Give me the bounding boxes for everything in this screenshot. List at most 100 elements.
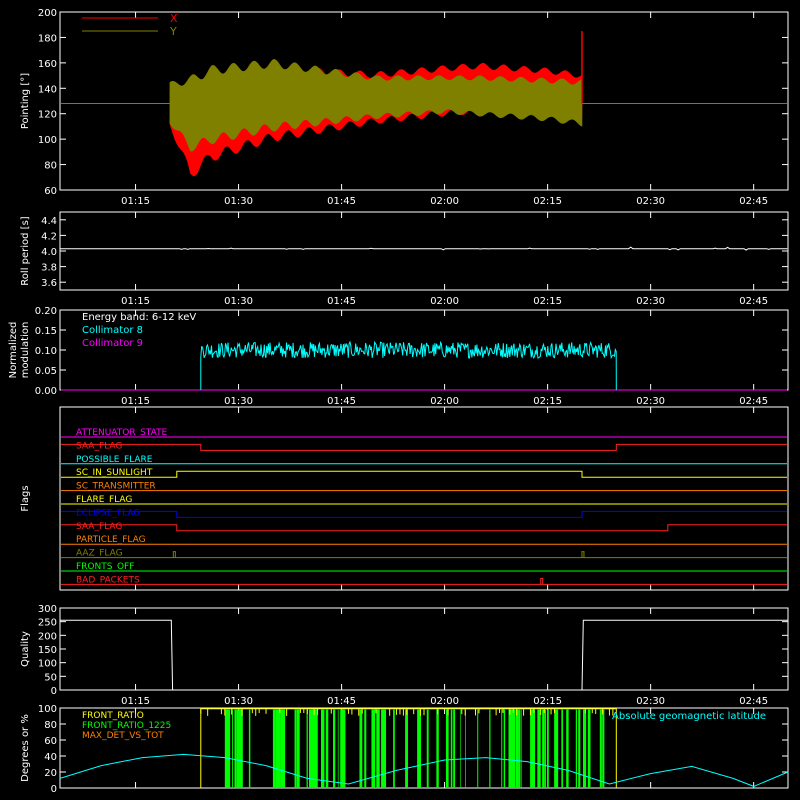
front-ratio-1225-bar [599, 709, 602, 788]
front-ratio-1225-bar [426, 709, 429, 788]
front-ratio-1225-bar [445, 709, 449, 788]
legend-label: FRONT_RATIO [82, 711, 144, 721]
x-tick-label: 02:30 [636, 396, 665, 407]
y-tick-label: 4.0 [41, 247, 57, 258]
front-ratio-1225-bar [587, 709, 591, 788]
y-tick-label: 250 [38, 618, 57, 629]
y-tick-label: 300 [38, 604, 57, 615]
legend-label: MAX_DET_VS_TOT [82, 731, 164, 741]
x-tick-label: 02:00 [430, 196, 459, 207]
legend-label: Collimator 8 [82, 325, 143, 336]
y-tick-label: 20 [44, 768, 57, 779]
front-ratio-1225-bar [232, 709, 233, 788]
front-ratio-1225-bar [575, 709, 577, 788]
x-tick-label: 02:45 [739, 696, 768, 707]
x-tick-label: 02:45 [739, 396, 768, 407]
front-ratio-1225-bar [578, 709, 581, 788]
x-tick-label: 01:30 [224, 396, 253, 407]
x-tick-label: 02:45 [739, 296, 768, 307]
y-tick-label: 0 [51, 784, 57, 795]
front-ratio-1225-bar [325, 709, 329, 788]
x-tick-label: 01:45 [327, 296, 356, 307]
front-ratio-1225-bar [532, 709, 536, 788]
front-ratio-1225-bar [364, 709, 367, 788]
latitude-label: Absolute geomagnetic latitude [612, 711, 766, 722]
y-axis-label: Quality [20, 631, 31, 667]
x-tick-label: 02:30 [636, 296, 665, 307]
front-ratio-1225-bar [277, 709, 281, 788]
y-axis-label-line: Normalized [8, 322, 19, 379]
front-ratio-1225-bar [383, 709, 387, 788]
x-tick-label: 02:00 [430, 396, 459, 407]
y-tick-label: 3.8 [41, 263, 57, 274]
x-tick-label: 01:30 [224, 696, 253, 707]
front-ratio-1225-bar [501, 709, 503, 788]
front-ratio-1225-bar [320, 709, 325, 788]
front-ratio-1225-bar [393, 709, 395, 788]
y-axis-label: Pointing [°] [20, 73, 31, 129]
x-tick-label: 02:15 [533, 696, 562, 707]
x-tick-label: 01:15 [121, 196, 150, 207]
y-tick-label: 60 [44, 186, 57, 197]
front-ratio-1225-bar [518, 709, 520, 788]
front-ratio-1225-bar [503, 709, 506, 788]
front-ratio-1225-bar [513, 709, 516, 788]
front-ratio-1225-bar [342, 709, 346, 788]
front-ratio-1225-bar [306, 709, 308, 788]
front-ratio-1225-bar [248, 709, 251, 788]
y-tick-label: 60 [44, 736, 57, 747]
x-tick-label: 02:45 [739, 196, 768, 207]
front-ratio-1225-bar [465, 709, 466, 788]
front-ratio-1225-bar [282, 709, 286, 788]
y-tick-label: 0.15 [35, 326, 57, 337]
front-ratio-1225-bar [515, 709, 519, 788]
y-tick-label: 100 [38, 704, 57, 715]
y-axis-label-line: modulation [20, 322, 31, 379]
y-tick-label: 180 [38, 33, 57, 44]
flag-label: SAA_FLAG [76, 522, 122, 532]
y-tick-label: 4.4 [41, 216, 57, 227]
x-tick-label: 01:30 [224, 196, 253, 207]
front-ratio-1225-bar [227, 709, 231, 788]
front-ratio-1225-bar [520, 709, 522, 788]
front-ratio-1225-bar [544, 709, 546, 788]
x-tick-label: 02:15 [533, 296, 562, 307]
y-axis-label: Roll period [s] [20, 216, 31, 285]
front-ratio-1225-bar [294, 709, 297, 788]
figure: Pointing [°]608010012014016018020001:15 0… [0, 0, 800, 800]
front-ratio-1225-bar [337, 709, 339, 788]
y-tick-label: 4.2 [41, 231, 57, 242]
legend-label: FRONT_RATIO_1225 [82, 721, 171, 731]
front-ratio-1225-bar [275, 709, 279, 788]
legend-label: X [170, 12, 178, 25]
y-tick-label: 150 [38, 645, 57, 656]
front-ratio-1225-bar [546, 709, 549, 788]
y-tick-label: 140 [38, 84, 57, 95]
y-tick-label: 0.05 [35, 366, 57, 377]
legend-label: Collimator 9 [82, 338, 143, 349]
flag-label: SAA_FLAG [76, 441, 122, 451]
x-tick-label: 01:15 [121, 696, 150, 707]
x-tick-label: 02:00 [430, 696, 459, 707]
front-ratio-1225-bar [602, 709, 605, 788]
y-tick-label: 0.10 [35, 346, 57, 357]
x-tick-label: 01:45 [327, 696, 356, 707]
front-ratio-1225-bar [450, 709, 453, 788]
front-ratio-1225-bar [419, 709, 421, 788]
y-tick-label: 80 [44, 720, 57, 731]
front-ratio-1225-bar [566, 709, 569, 788]
x-tick-label: 01:30 [224, 296, 253, 307]
x-tick-label: 01:45 [327, 196, 356, 207]
y-axis-label: Flags [20, 485, 31, 511]
x-tick-label: 02:30 [636, 696, 665, 707]
y-tick-label: 160 [38, 59, 57, 70]
front-ratio-1225-bar [489, 709, 491, 788]
x-tick-label: 02:15 [533, 396, 562, 407]
y-tick-label: 50 [44, 672, 57, 683]
front-ratio-1225-bar [537, 709, 541, 788]
front-ratio-1225-bar [460, 709, 462, 788]
front-ratio-1225-bar [436, 709, 439, 788]
y-axis-label: Normalizedmodulation [8, 322, 31, 379]
x-tick-label: 01:15 [121, 296, 150, 307]
flag-label: ECLIPSE_FLAG [76, 508, 140, 518]
